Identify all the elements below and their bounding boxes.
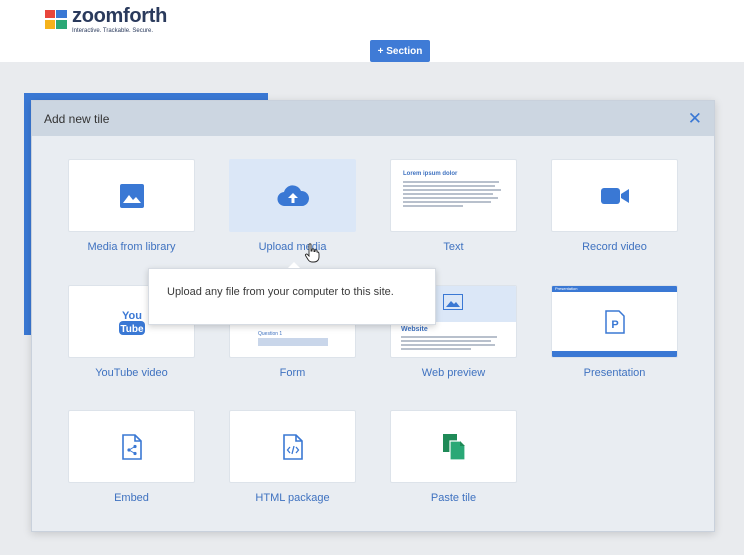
add-section-button[interactable]: + Section xyxy=(370,40,430,62)
html-package-icon xyxy=(282,433,303,460)
brand-name: zoomforth xyxy=(72,5,168,27)
embed-icon xyxy=(121,433,142,460)
tile-html-package[interactable]: HTML package xyxy=(229,410,356,504)
svg-text:You: You xyxy=(122,310,142,322)
tooltip-arrow xyxy=(288,262,300,268)
modal-title: Add new tile xyxy=(44,111,110,126)
svg-text:Tube: Tube xyxy=(120,324,144,335)
tile-presentation[interactable]: Presentation P Presentation xyxy=(551,285,678,379)
video-camera-icon xyxy=(600,187,629,204)
image-icon xyxy=(119,183,144,208)
tile-label: Web preview xyxy=(421,367,486,379)
close-icon[interactable]: ✕ xyxy=(688,110,702,127)
zoomforth-logo[interactable]: zoomforth Interactive. Trackable. Secure… xyxy=(45,6,167,34)
logo-mark-icon xyxy=(45,10,67,30)
tile-label: Paste tile xyxy=(430,492,477,504)
tile-text[interactable]: Lorem ipsum dolor Text xyxy=(390,159,517,253)
image-icon xyxy=(443,294,463,310)
tile-upload-media[interactable]: Upload media xyxy=(229,159,356,253)
tile-media-from-library[interactable]: Media from library xyxy=(68,159,195,253)
presentation-icon: P xyxy=(604,309,625,334)
tile-embed[interactable]: Embed xyxy=(68,410,195,504)
tile-label: Embed xyxy=(114,492,149,504)
upload-tooltip: Upload any file from your computer to th… xyxy=(148,268,436,325)
tile-label: HTML package xyxy=(255,492,330,504)
tile-label: Upload media xyxy=(258,241,327,253)
tile-paste[interactable]: Paste tile xyxy=(390,410,517,504)
youtube-icon: You Tube xyxy=(118,310,145,335)
tile-label: Record video xyxy=(582,241,647,253)
tile-label: Form xyxy=(279,367,306,379)
tile-label: YouTube video xyxy=(95,367,168,379)
tile-label: Presentation xyxy=(583,367,646,379)
brand-tagline: Interactive. Trackable. Secure. xyxy=(72,28,154,34)
presentation-preview[interactable]: Presentation P xyxy=(551,285,678,358)
hand-cursor-icon xyxy=(304,243,320,263)
text-preview-heading: Lorem ipsum dolor xyxy=(403,171,458,177)
svg-text:P: P xyxy=(611,319,618,331)
text-preview[interactable]: Lorem ipsum dolor xyxy=(390,159,517,232)
modal-header: Add new tile ✕ xyxy=(32,101,714,136)
tile-record-video[interactable]: Record video xyxy=(551,159,678,253)
paste-icon xyxy=(442,433,466,461)
tile-label: Text xyxy=(443,241,464,253)
cloud-upload-icon xyxy=(277,184,309,206)
tile-label: Media from library xyxy=(87,241,176,253)
